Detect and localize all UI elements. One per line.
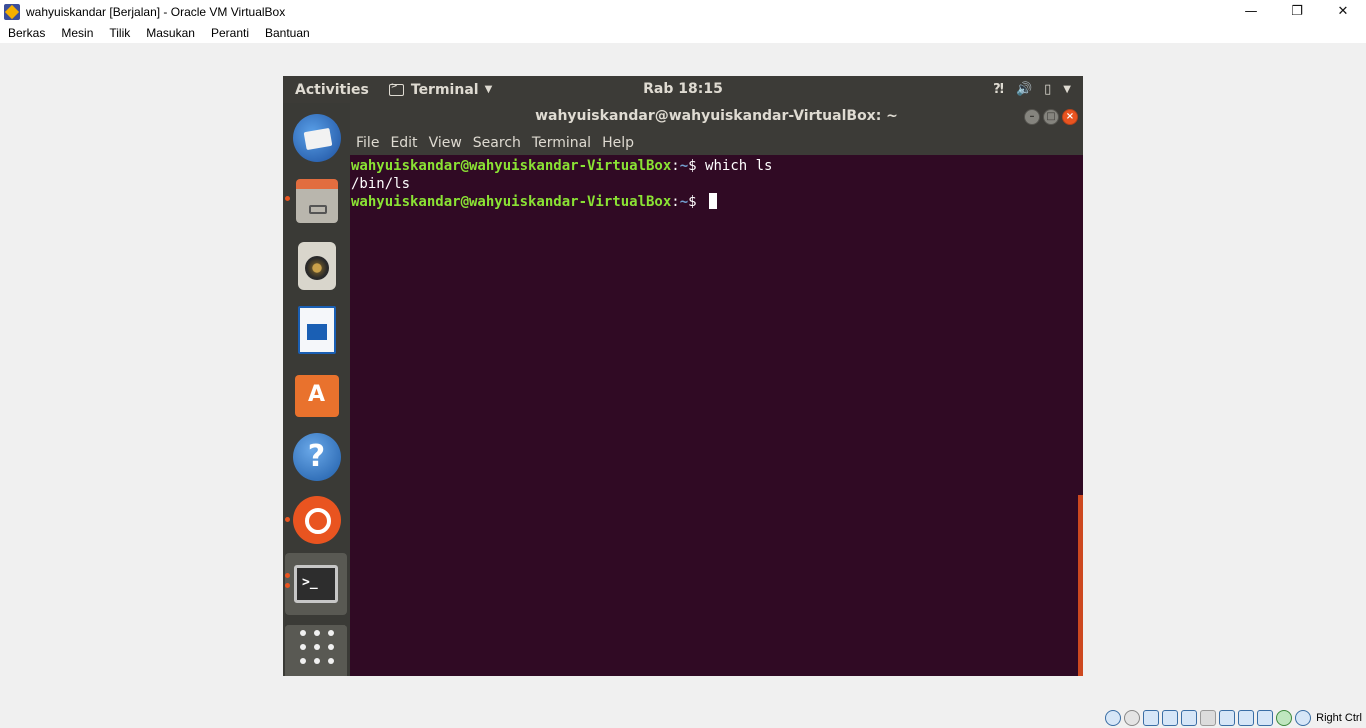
terminal-title: wahyuiskandar@wahyuiskandar-VirtualBox: … [535,108,898,124]
terminal-line: wahyuiskandar@wahyuiskandar-VirtualBox:~… [351,193,1083,211]
terminal-minimize-button[interactable]: – [1024,109,1040,125]
terminal-menu-file[interactable]: File [356,135,379,151]
terminal-output: /bin/ls [351,176,411,192]
shared-folders-icon[interactable] [1200,710,1217,726]
accessibility-icon[interactable]: ⁈ [993,82,1004,97]
text-cursor [709,193,718,209]
prompt-path: ~ [679,194,689,210]
host-titlebar: wahyuiskandar [Berjalan] - Oracle VM Vir… [0,0,1366,23]
prompt-symbol: $ [688,194,706,210]
running-indicator [285,573,290,578]
prompt-user: wahyuiskandar@wahyuiskandar-VirtualBox [351,158,672,174]
guest-additions-icon[interactable] [1257,710,1274,726]
dock-item-files[interactable] [283,170,350,232]
help-icon: ? [292,433,341,481]
terminal-icon: >_ [294,565,338,603]
dock-item-help[interactable]: ? [283,426,350,488]
dock: A ? >_ [283,103,350,676]
terminal-body[interactable]: wahyuiskandar@wahyuiskandar-VirtualBox:~… [350,155,1083,676]
dock-item-ubuntu[interactable] [283,489,350,551]
menu-tilik[interactable]: Tilik [109,26,130,40]
mouse-integration-icon[interactable] [1276,710,1293,726]
dock-item-writer[interactable] [283,299,350,361]
activities-button[interactable]: Activities [295,82,369,98]
terminal-menubar: File Edit View Search Terminal Help [350,130,1083,155]
terminal-menu-terminal[interactable]: Terminal [532,135,591,151]
prompt-user: wahyuiskandar@wahyuiskandar-VirtualBox [351,194,672,210]
terminal-window-buttons: – □ × [1024,109,1078,125]
writer-icon [297,306,336,354]
host-statusbar: Right Ctrl [0,708,1366,728]
prompt-path: ~ [679,158,689,174]
cpu-icon[interactable] [1295,710,1312,726]
video-capture-icon[interactable] [1238,710,1255,726]
virtualbox-icon [4,3,20,20]
terminal-close-button[interactable]: × [1062,109,1078,125]
dock-item-show-applications[interactable] [283,616,350,676]
rhythmbox-icon [297,242,336,290]
running-indicator [285,517,290,522]
network-icon[interactable] [1162,710,1179,726]
dock-item-rhythmbox[interactable] [283,235,350,297]
terminal-menu-view[interactable]: View [429,135,462,151]
ubuntu-icon [292,496,341,544]
display-icon[interactable] [1219,710,1236,726]
files-icon [295,179,338,223]
menu-bantuan[interactable]: Bantuan [265,26,310,40]
menu-mesin[interactable]: Mesin [61,26,93,40]
caret-down-icon: ▼ [484,84,493,95]
dock-item-software[interactable]: A [283,362,350,424]
host-key-label: Right Ctrl [1316,712,1362,724]
thunderbird-icon [292,114,341,162]
menu-masukan[interactable]: Masukan [146,26,195,40]
dock-item-terminal-main[interactable]: >_ [285,553,347,615]
optical-drive-icon[interactable] [1124,710,1141,726]
terminal-titlebar[interactable]: wahyuiskandar@wahyuiskandar-VirtualBox: … [350,103,1083,130]
close-button[interactable]: ✕ [1320,0,1366,23]
system-menu-caret-icon[interactable]: ▼ [1063,84,1071,95]
app-menu-label: Terminal [410,81,479,98]
terminal-maximize-button[interactable]: □ [1043,109,1059,125]
terminal-small-icon [388,81,404,96]
terminal-menu-search[interactable]: Search [473,135,521,151]
show-applications-icon [299,630,334,664]
terminal-scrollbar[interactable] [1078,495,1083,676]
terminal-line: wahyuiskandar@wahyuiskandar-VirtualBox:~… [351,158,773,174]
gnome-topbar: Activities Terminal ▼ Rab 18:15 ⁈ 🔊 ▯ ▼ [283,76,1083,103]
menu-peranti[interactable]: Peranti [211,26,249,40]
host-window-title: wahyuiskandar [Berjalan] - Oracle VM Vir… [26,4,286,19]
software-icon: A [294,375,339,417]
running-indicator-2 [285,583,290,588]
menu-berkas[interactable]: Berkas [8,26,45,40]
battery-icon[interactable]: ▯ [1044,82,1051,97]
audio-icon[interactable] [1143,710,1160,726]
command-text: which ls [705,158,773,174]
volume-icon[interactable]: 🔊 [1016,82,1032,97]
terminal-menu-edit[interactable]: Edit [390,135,417,151]
dock-item-thunderbird[interactable] [283,107,350,169]
host-window-controls: — ❐ ✕ [1228,0,1366,23]
restore-button[interactable]: ❐ [1274,0,1320,23]
vm-screen[interactable]: Activities Terminal ▼ Rab 18:15 ⁈ 🔊 ▯ ▼ [283,76,1083,676]
prompt-symbol: $ [688,158,706,174]
usb-icon[interactable] [1181,710,1198,726]
app-menu[interactable]: Terminal ▼ [388,81,493,98]
running-indicator [285,196,290,201]
host-menubar: Berkas Mesin Tilik Masukan Peranti Bantu… [0,23,1366,43]
terminal-menu-help[interactable]: Help [602,135,634,151]
status-icons: Right Ctrl [1105,709,1366,727]
system-tray[interactable]: ⁈ 🔊 ▯ ▼ [993,76,1071,103]
minimize-button[interactable]: — [1228,0,1274,23]
hard-disk-icon[interactable] [1105,710,1122,726]
